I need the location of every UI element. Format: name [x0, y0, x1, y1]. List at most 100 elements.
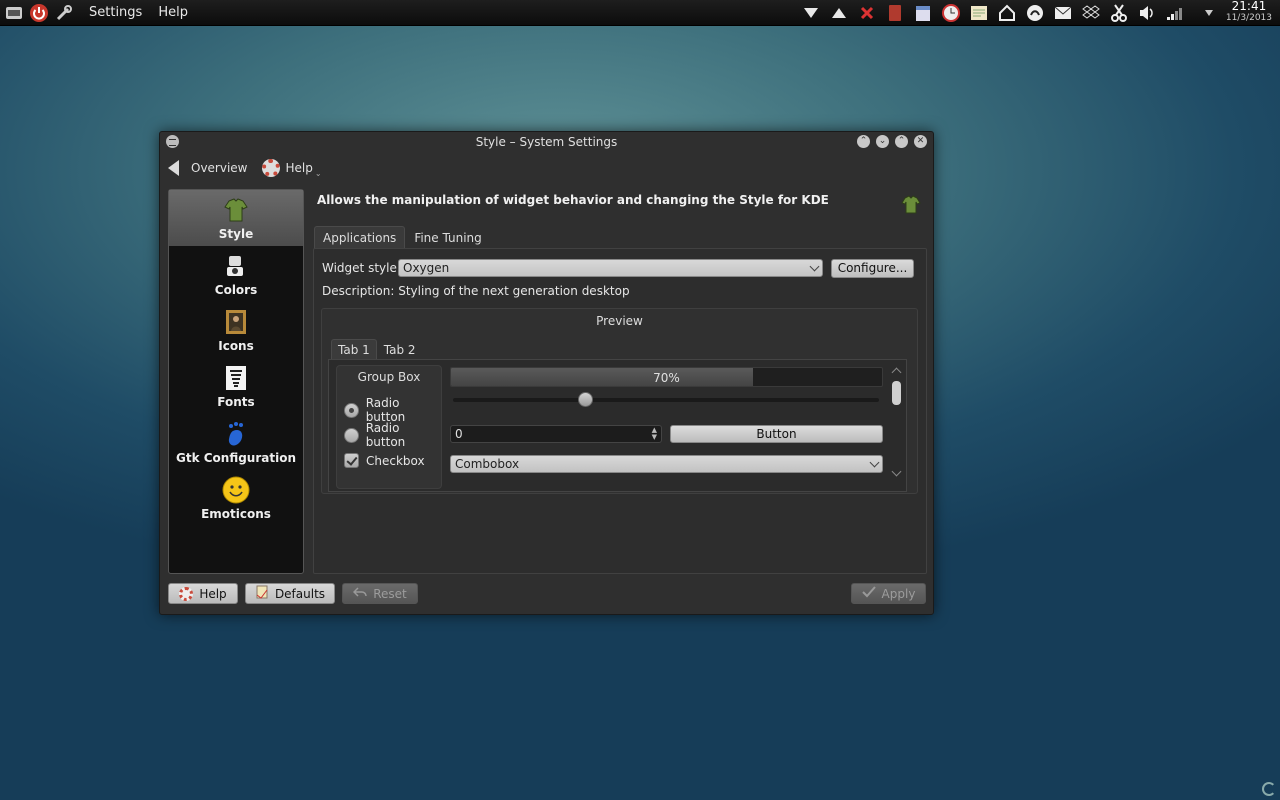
- sidebar-item-gtk-configuration[interactable]: Gtk Configuration: [169, 414, 303, 470]
- radio-button[interactable]: [344, 427, 359, 443]
- sidebar-item-label: Icons: [218, 339, 254, 353]
- dropbox-icon[interactable]: [1080, 2, 1102, 24]
- tab-preview-1[interactable]: Tab 1: [331, 339, 377, 360]
- spin-value: 0: [455, 427, 463, 441]
- radio-row-2[interactable]: Radio button: [344, 421, 441, 449]
- tab-fine-tuning[interactable]: Fine Tuning: [405, 226, 490, 249]
- preview-title: Preview: [596, 314, 643, 328]
- title-bar[interactable]: Style – System Settings ⌃ ⌄ ⌃ ✕: [160, 132, 933, 154]
- help-label: Help: [285, 161, 313, 175]
- help-button[interactable]: Help: [168, 583, 238, 604]
- window-title: Style – System Settings: [475, 135, 618, 149]
- menu-settings[interactable]: Settings: [81, 5, 150, 20]
- sidebar-item-label: Emoticons: [201, 507, 271, 521]
- up-triangle-icon[interactable]: [828, 2, 850, 24]
- defaults-icon: [255, 585, 269, 602]
- mail-icon[interactable]: [1052, 2, 1074, 24]
- widget-style-combobox[interactable]: Oxygen: [398, 259, 823, 277]
- spin-box[interactable]: 0 ▲ ▼: [450, 425, 662, 443]
- spin-arrows-icon[interactable]: ▲ ▼: [652, 427, 657, 441]
- maximize-button[interactable]: ⌃: [895, 135, 908, 148]
- sidebar-item-label: Fonts: [217, 395, 255, 409]
- checkbox[interactable]: [344, 453, 359, 468]
- menu-help[interactable]: Help: [150, 5, 196, 20]
- slider[interactable]: [453, 392, 879, 407]
- sidebar-item-fonts[interactable]: Fonts: [169, 358, 303, 414]
- preview-combobox[interactable]: Combobox: [450, 455, 883, 473]
- module-shirt-icon: [901, 195, 921, 218]
- chevron-down-icon[interactable]: [1198, 2, 1220, 24]
- group-box: Group Box Radio button Radio button Chec…: [336, 365, 442, 489]
- sidebar-item-colors[interactable]: Colors: [169, 246, 303, 302]
- radio-label: Radio button: [365, 396, 406, 424]
- vertical-scrollbar[interactable]: [891, 365, 902, 477]
- checkbox-row[interactable]: Checkbox: [344, 453, 425, 468]
- chevron-down-icon: [809, 261, 820, 272]
- home-icon[interactable]: [996, 2, 1018, 24]
- down-triangle-icon[interactable]: [800, 2, 822, 24]
- preview-button[interactable]: Button: [670, 425, 883, 443]
- signal-icon[interactable]: [1164, 2, 1186, 24]
- scrollbar-thumb[interactable]: [892, 381, 901, 405]
- sidebar-item-label: Gtk Configuration: [175, 451, 297, 465]
- settings-tabs: Applications Fine Tuning: [314, 226, 491, 249]
- defaults-button[interactable]: Defaults: [245, 583, 335, 604]
- style-description: Description: Styling of the next generat…: [322, 284, 630, 298]
- configure-button[interactable]: Configure...: [831, 259, 914, 278]
- sidebar-item-style[interactable]: Style: [169, 190, 303, 246]
- progress-bar: 70%: [450, 367, 883, 387]
- overview-button[interactable]: Overview: [168, 160, 248, 176]
- preview-tabs: Tab 1 Tab 2: [331, 339, 423, 360]
- eye-chart-icon: [222, 364, 250, 392]
- window-buttons: ⌃ ⌄ ⌃ ✕: [857, 135, 927, 148]
- keep-above-button[interactable]: ⌃: [857, 135, 870, 148]
- tab-applications[interactable]: Applications: [314, 226, 406, 249]
- minimize-button[interactable]: ⌄: [876, 135, 889, 148]
- desktop-toolbox-icon[interactable]: [1262, 782, 1276, 796]
- calendar-icon[interactable]: [912, 2, 934, 24]
- dropdown-arrow-icon: ⌄: [314, 168, 322, 178]
- notes-icon[interactable]: [968, 2, 990, 24]
- reset-button[interactable]: Reset: [342, 583, 418, 604]
- module-sidebar: Style Colors Icons Fonts Gtk Configurati…: [168, 189, 304, 574]
- help-button-label: Help: [199, 586, 227, 601]
- scroll-down-icon[interactable]: [891, 466, 902, 477]
- app-launcher-icon[interactable]: [3, 2, 25, 24]
- sidebar-item-icons[interactable]: Icons: [169, 302, 303, 358]
- overview-label: Overview: [191, 161, 248, 175]
- preview-tab-pane: Group Box Radio button Radio button Chec…: [328, 359, 907, 492]
- defaults-button-label: Defaults: [274, 586, 326, 601]
- system-tray: [800, 2, 1220, 24]
- power-icon[interactable]: [28, 2, 50, 24]
- module-description: Allows the manipulation of widget behavi…: [317, 193, 829, 207]
- chevron-down-icon: [869, 457, 880, 468]
- radio-row-1[interactable]: Radio button: [344, 396, 441, 424]
- headset-icon[interactable]: [1024, 2, 1046, 24]
- tab-preview-2[interactable]: Tab 2: [377, 339, 423, 360]
- red-x-icon[interactable]: [856, 2, 878, 24]
- combobox-value: Combobox: [455, 457, 520, 471]
- progress-text: 70%: [653, 371, 680, 385]
- book-icon[interactable]: [884, 2, 906, 24]
- help-menu-button[interactable]: Help ⌄: [261, 159, 322, 178]
- radio-label: Radio button: [365, 421, 406, 449]
- settings-tools-icon[interactable]: [53, 2, 75, 24]
- scroll-up-icon[interactable]: [891, 367, 902, 378]
- smiley-icon: [222, 476, 250, 504]
- scissors-icon[interactable]: [1108, 2, 1130, 24]
- volume-icon[interactable]: [1136, 2, 1158, 24]
- close-button[interactable]: ✕: [914, 135, 927, 148]
- clock-icon[interactable]: [940, 2, 962, 24]
- slider-handle[interactable]: [578, 392, 594, 407]
- clock-date: 11/3/2013: [1225, 13, 1272, 23]
- radio-button-checked[interactable]: [344, 402, 359, 418]
- system-settings-window: Style – System Settings ⌃ ⌄ ⌃ ✕ Overview…: [159, 131, 934, 615]
- apply-button[interactable]: Apply: [851, 583, 926, 604]
- undo-icon: [353, 586, 367, 601]
- sidebar-item-emoticons[interactable]: Emoticons: [169, 470, 303, 526]
- apply-button-label: Apply: [881, 586, 916, 601]
- reset-button-label: Reset: [373, 586, 407, 601]
- clock[interactable]: 21:41 11/3/2013: [1226, 0, 1272, 24]
- paint-icon: [222, 252, 250, 280]
- top-panel: Settings Help 21:41 11/3/2013: [0, 0, 1280, 26]
